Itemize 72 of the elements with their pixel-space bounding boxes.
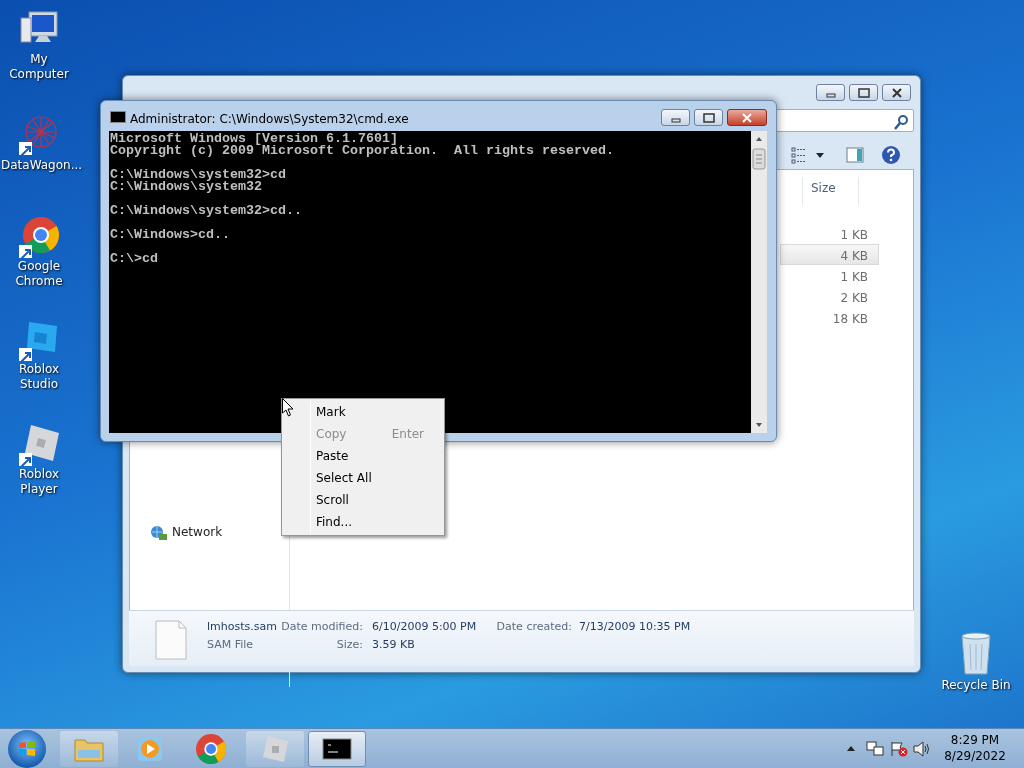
chrome-logo-icon bbox=[196, 734, 226, 764]
field-value: 7/13/2009 10:35 PM bbox=[579, 619, 691, 635]
close-icon bbox=[740, 112, 754, 123]
start-button[interactable] bbox=[8, 730, 46, 768]
maximize-button[interactable] bbox=[694, 109, 723, 126]
close-button[interactable] bbox=[727, 109, 767, 126]
minimize-button[interactable] bbox=[816, 84, 845, 101]
field-label: Date modified: bbox=[281, 619, 363, 635]
close-icon bbox=[889, 87, 904, 98]
console-line: C:\Windows\system32>cd.. bbox=[110, 205, 303, 217]
maximize-icon bbox=[856, 87, 871, 98]
view-list-icon[interactable] bbox=[791, 145, 807, 165]
field-value: 3.59 KB bbox=[372, 637, 415, 653]
minimize-button[interactable] bbox=[661, 109, 690, 126]
file-name: lmhosts.sam bbox=[207, 619, 277, 635]
folder-icon bbox=[74, 736, 104, 762]
preview-pane-icon[interactable] bbox=[846, 145, 864, 165]
file-icon bbox=[155, 620, 187, 660]
field-label: Size: bbox=[336, 637, 363, 653]
menu-item[interactable]: Find... bbox=[284, 511, 442, 533]
console-line: C:\Windows\system32 bbox=[110, 181, 262, 193]
file-row[interactable]: 18 KB bbox=[780, 307, 879, 328]
maximize-icon bbox=[701, 112, 716, 123]
mouse-cursor-icon bbox=[282, 398, 294, 417]
menu-item[interactable]: Scroll bbox=[284, 489, 442, 511]
file-row[interactable]: 1 KB bbox=[780, 265, 879, 286]
console-line: C:\>cd bbox=[110, 253, 159, 265]
size-cell-text: 4 KB bbox=[840, 248, 868, 265]
nav-pane-item[interactable]: Network bbox=[150, 523, 223, 541]
scrollbar[interactable] bbox=[751, 131, 767, 433]
file-row[interactable]: 4 KB bbox=[780, 244, 879, 265]
window-title: Administrator: C:\Windows\System32\cmd.exe bbox=[130, 111, 409, 128]
desktop-icon-label[interactable]: Recycle Bin bbox=[941, 678, 1011, 693]
app-icon bbox=[260, 734, 290, 764]
network-icon[interactable] bbox=[866, 741, 884, 757]
file-row[interactable]: 1 KB bbox=[780, 223, 879, 244]
clock-date[interactable]: 8/29/2022 bbox=[940, 748, 1010, 764]
file-row[interactable]: 2 KB bbox=[780, 286, 879, 307]
maximize-button[interactable] bbox=[849, 84, 878, 101]
four-pane-logo-icon bbox=[19, 741, 35, 756]
file-type: SAM File bbox=[207, 637, 254, 653]
field-value: 6/10/2009 5:00 PM bbox=[372, 619, 477, 635]
help-icon[interactable] bbox=[881, 145, 901, 165]
size-cell-text: 18 KB bbox=[832, 311, 868, 328]
console-line: C:\Windows>cd.. bbox=[110, 229, 231, 241]
field-label: Date created: bbox=[496, 619, 572, 635]
nav-item-label[interactable]: Network bbox=[172, 523, 223, 541]
speaker-icon[interactable] bbox=[913, 741, 931, 757]
console-line: C:\Windows\system32>cd bbox=[110, 169, 287, 181]
play-icon bbox=[136, 735, 164, 763]
network-icon bbox=[150, 523, 168, 541]
column-header[interactable]: Size bbox=[802, 177, 859, 205]
console-line: Copyright (c) 2009 Microsoft Corporation. All rights reserved. bbox=[110, 145, 615, 157]
console-icon bbox=[322, 738, 352, 760]
menu-item[interactable]: Select All bbox=[284, 467, 442, 489]
size-cell-text: 1 KB bbox=[840, 269, 868, 286]
menu-item[interactable]: Paste bbox=[284, 445, 442, 467]
shortcut-icon[interactable] bbox=[17, 423, 61, 467]
search-icon[interactable] bbox=[894, 113, 908, 128]
desktop-icon-label[interactable]: Roblox Studio bbox=[1, 362, 77, 392]
desktop-icon-label[interactable]: Roblox Player bbox=[1, 467, 77, 497]
clock-time[interactable]: 8:29 PM bbox=[940, 732, 1010, 748]
chrome-logo-icon[interactable] bbox=[17, 215, 61, 259]
console-icon bbox=[110, 111, 126, 123]
desktop-icon-label[interactable]: Google Chrome bbox=[1, 259, 77, 289]
taskbar-button[interactable] bbox=[308, 731, 366, 767]
console-line: Microsoft Windows [Version 6.1.7601] bbox=[110, 133, 398, 145]
close-button[interactable] bbox=[882, 84, 911, 101]
size-cell-text: 1 KB bbox=[840, 227, 868, 244]
desktop-icon-label[interactable]: My Computer bbox=[1, 52, 77, 82]
size-cell-text: 2 KB bbox=[840, 290, 868, 307]
flag-icon[interactable] bbox=[890, 741, 908, 757]
